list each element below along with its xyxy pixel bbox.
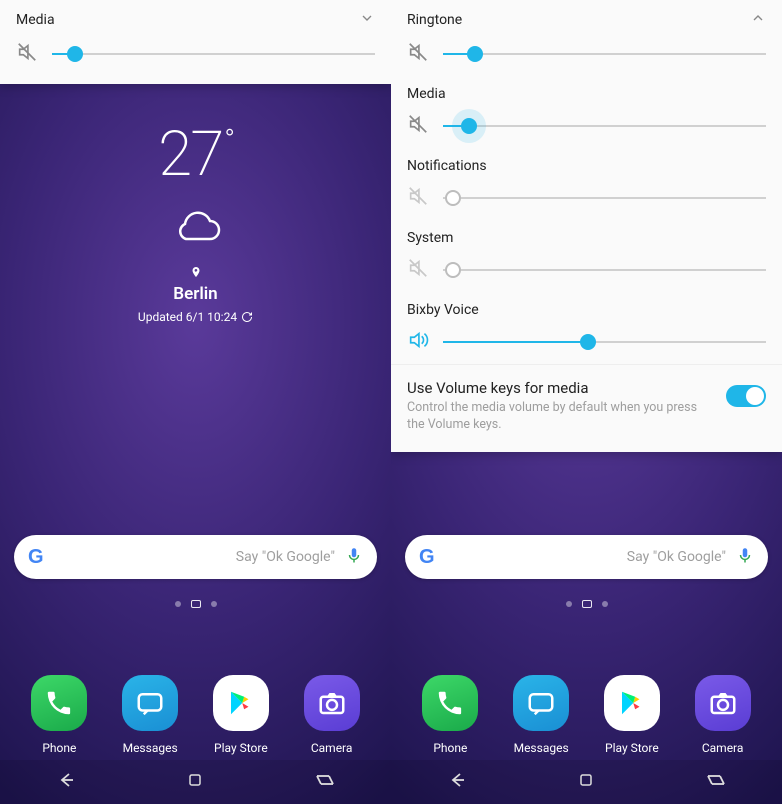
page-dot (175, 601, 181, 607)
search-placeholder: Say "Ok Google" (435, 549, 736, 565)
app-label: Play Store (214, 741, 268, 755)
ringtone-slider[interactable] (443, 42, 766, 66)
recents-button[interactable] (704, 768, 728, 796)
app-camera[interactable]: Camera (682, 675, 764, 756)
right-screen: Ringtone Media (391, 0, 782, 804)
google-search-bar[interactable]: G Say "Ok Google" (405, 535, 768, 579)
messages-icon (122, 675, 178, 731)
setting-subtitle: Control the media volume by default when… (407, 400, 714, 434)
toggle-switch[interactable] (726, 385, 766, 407)
bixby-slider[interactable] (443, 330, 766, 354)
app-phone[interactable]: Phone (18, 675, 100, 756)
volume-label: System (407, 230, 453, 246)
location-pin-icon (0, 265, 391, 282)
mute-icon[interactable] (16, 41, 38, 67)
weather-widget[interactable]: 27° Berlin Updated 6/1 10:24 (0, 118, 391, 324)
notifications-slider[interactable] (443, 186, 766, 210)
volume-group-ringtone: Ringtone (391, 0, 782, 76)
page-dot (211, 601, 217, 607)
app-label: Messages (123, 741, 178, 755)
updated-time: Updated 6/1 10:24 (0, 310, 391, 324)
volume-label: Media (407, 86, 446, 102)
phone-icon (31, 675, 87, 731)
media-slider[interactable] (52, 42, 375, 66)
cloud-icon (0, 209, 391, 253)
temperature: 27° (0, 118, 391, 191)
volume-group-media: Media (391, 76, 782, 148)
google-logo-icon: G (419, 546, 435, 569)
play-store-icon (213, 675, 269, 731)
home-button[interactable] (576, 770, 596, 794)
app-dock: Phone Messages Play Store Camera (391, 675, 782, 756)
chevron-up-icon[interactable] (750, 10, 766, 30)
home-page-icon (191, 600, 201, 608)
phone-icon (422, 675, 478, 731)
mic-icon[interactable] (736, 544, 754, 570)
app-play-store[interactable]: Play Store (591, 675, 673, 756)
volume-group-notifications: Notifications (391, 148, 782, 220)
back-button[interactable] (445, 768, 469, 796)
home-button[interactable] (185, 770, 205, 794)
back-button[interactable] (54, 768, 78, 796)
app-label: Camera (311, 741, 353, 755)
search-placeholder: Say "Ok Google" (44, 549, 345, 565)
volume-group-bixby: Bixby Voice (391, 292, 782, 364)
left-screen: Media 27° Berlin (0, 0, 391, 804)
app-messages[interactable]: Messages (109, 675, 191, 756)
volume-group-system: System (391, 220, 782, 292)
recents-button[interactable] (313, 768, 337, 796)
app-label: Camera (702, 741, 744, 755)
app-camera[interactable]: Camera (291, 675, 373, 756)
location-city: Berlin (0, 284, 391, 304)
app-dock: Phone Messages Play Store Camera (0, 675, 391, 756)
app-messages[interactable]: Messages (500, 675, 582, 756)
page-dot (602, 601, 608, 607)
volume-panel-collapsed: Media (0, 0, 391, 84)
media-slider[interactable] (443, 114, 766, 138)
app-play-store[interactable]: Play Store (200, 675, 282, 756)
volume-panel-expanded: Ringtone Media (391, 0, 782, 452)
app-label: Play Store (605, 741, 659, 755)
play-store-icon (604, 675, 660, 731)
app-phone[interactable]: Phone (409, 675, 491, 756)
app-label: Phone (42, 741, 76, 755)
setting-title: Use Volume keys for media (407, 379, 714, 397)
google-search-bar[interactable]: G Say "Ok Google" (14, 535, 377, 579)
speaker-icon[interactable] (407, 329, 429, 355)
mute-icon[interactable] (407, 41, 429, 67)
camera-icon (695, 675, 751, 731)
volume-keys-setting[interactable]: Use Volume keys for media Control the me… (391, 364, 782, 444)
navigation-bar (391, 760, 782, 804)
mute-icon[interactable] (407, 257, 429, 283)
app-label: Messages (514, 741, 569, 755)
home-page-icon (582, 600, 592, 608)
mute-icon[interactable] (407, 185, 429, 211)
volume-label: Media (16, 12, 55, 28)
camera-icon (304, 675, 360, 731)
volume-label: Bixby Voice (407, 302, 479, 318)
page-dot (566, 601, 572, 607)
app-label: Phone (433, 741, 467, 755)
page-indicator[interactable] (391, 600, 782, 608)
mic-icon[interactable] (345, 544, 363, 570)
volume-label: Notifications (407, 158, 487, 174)
google-logo-icon: G (28, 546, 44, 569)
system-slider[interactable] (443, 258, 766, 282)
messages-icon (513, 675, 569, 731)
navigation-bar (0, 760, 391, 804)
page-indicator[interactable] (0, 600, 391, 608)
mute-icon[interactable] (407, 113, 429, 139)
volume-label: Ringtone (407, 12, 462, 28)
chevron-down-icon[interactable] (359, 10, 375, 30)
